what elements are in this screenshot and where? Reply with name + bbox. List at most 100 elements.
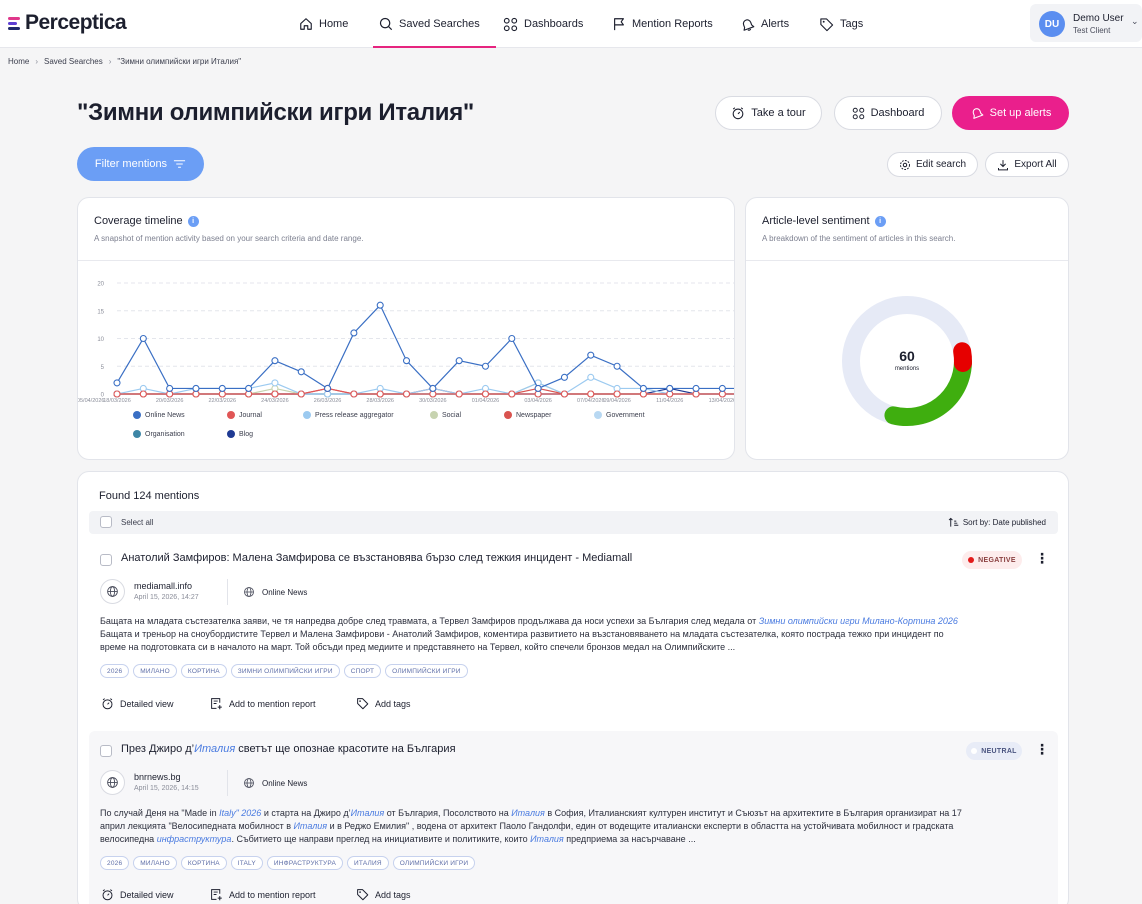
select-all-checkbox[interactable] bbox=[100, 516, 112, 528]
legend-item[interactable]: Press release aggregator bbox=[303, 411, 394, 419]
legend-dot-icon bbox=[504, 411, 512, 419]
mentions-card: Found 124 mentions Select all Sort by: D… bbox=[77, 471, 1069, 904]
tag-chip[interactable]: 2026 bbox=[100, 664, 130, 678]
snippet-text: в София, Италианският културен институт … bbox=[544, 808, 962, 818]
mention-checkbox[interactable] bbox=[100, 554, 112, 566]
nav-home[interactable]: Home bbox=[299, 0, 348, 48]
snippet-line: април лекцията "Велосипедната мобилност … bbox=[100, 820, 1050, 833]
coverage-timeline-card: Coverage timeline i A snapshot of mentio… bbox=[77, 197, 735, 460]
breadcrumb-home[interactable]: Home bbox=[8, 57, 29, 66]
mention-title[interactable]: Анатолий Замфиров: Малена Замфирова се в… bbox=[121, 552, 632, 564]
more-options-icon[interactable]: ⋮ bbox=[1035, 551, 1049, 565]
page-title: "Зимни олимпийски игри Италия" bbox=[77, 99, 475, 126]
legend-item[interactable]: Online News bbox=[133, 411, 185, 419]
tag-chip[interactable]: ЗИМНИ ОЛИМПИЙСКИ ИГРИ bbox=[230, 664, 340, 678]
data-point bbox=[139, 334, 147, 343]
snippet-line: велосипедна инфраструктура. Събитието ще… bbox=[100, 833, 1050, 846]
nav-saved-searches[interactable]: Saved Searches bbox=[373, 0, 496, 48]
legend-item[interactable]: Organisation bbox=[133, 430, 185, 438]
tag-chip[interactable]: 2026 bbox=[100, 856, 130, 870]
x-tick-label: 07/04/2026 bbox=[577, 398, 605, 404]
legend-dot-icon bbox=[227, 411, 235, 419]
mention-title[interactable]: През Джиро д’Италия светът ще опознае кр… bbox=[121, 743, 456, 755]
data-point bbox=[508, 334, 516, 343]
legend-item[interactable]: Blog bbox=[227, 430, 253, 438]
tag-chip[interactable]: ОЛИМПИЙСКИ ИГРИ bbox=[385, 664, 468, 678]
nav-tags-label: Tags bbox=[840, 18, 864, 30]
legend-dot-icon bbox=[133, 430, 141, 438]
detail-icon bbox=[102, 889, 113, 901]
filter-mentions-label: Filter mentions bbox=[94, 158, 168, 170]
tag-chip[interactable]: ИТАЛИЯ bbox=[347, 856, 389, 870]
coverage-timeline-chart: 0510152018/03/2026 20/03/2026 22/03/2026 24… bbox=[78, 282, 734, 404]
source-globe-icon bbox=[100, 579, 125, 604]
add-to-report-button[interactable]: Add to mention report bbox=[210, 888, 316, 901]
edit-search-button[interactable]: Edit search bbox=[887, 152, 978, 177]
legend-item[interactable]: Social bbox=[430, 411, 461, 419]
data-point bbox=[639, 384, 647, 392]
tag-chip[interactable]: ITALY bbox=[230, 856, 263, 870]
data-point bbox=[666, 384, 674, 392]
export-all-button[interactable]: Export All bbox=[985, 152, 1069, 177]
breadcrumb-separator-icon: › bbox=[35, 57, 39, 66]
nav-alerts[interactable]: Alerts bbox=[740, 0, 789, 48]
legend-item[interactable]: Government bbox=[594, 411, 645, 419]
tag-chip[interactable]: КОРТИНА bbox=[180, 856, 227, 870]
add-tags-button[interactable]: Add tags bbox=[356, 697, 411, 710]
nav-mention-reports[interactable]: Mention Reports bbox=[612, 0, 713, 48]
nav-tags[interactable]: Tags bbox=[819, 0, 863, 48]
more-options-icon[interactable]: ⋮ bbox=[1035, 742, 1049, 756]
sentiment-badge-label: NEGATIVE bbox=[978, 556, 1016, 564]
take-tour-button[interactable]: Take a tour bbox=[715, 96, 822, 130]
set-up-alerts-button[interactable]: Set up alerts bbox=[952, 96, 1069, 130]
user-menu[interactable]: DU Demo User Test Client ⌄ bbox=[1030, 4, 1142, 42]
tag-chip[interactable]: ИНФРАСТРУКТУРА bbox=[266, 856, 343, 870]
data-point bbox=[271, 357, 279, 365]
download-icon bbox=[998, 159, 1009, 170]
media-type: Online News bbox=[243, 777, 307, 789]
nav-alerts-label: Alerts bbox=[761, 18, 790, 30]
dashboard-button[interactable]: Dashboard bbox=[834, 96, 942, 130]
user-name: Demo User bbox=[1073, 13, 1124, 24]
nav-dashboards[interactable]: Dashboards bbox=[503, 0, 583, 48]
data-point bbox=[271, 379, 279, 387]
add-tags-button[interactable]: Add tags bbox=[356, 888, 411, 901]
filter-mentions-button[interactable]: Filter mentions bbox=[77, 147, 204, 181]
media-type-label: Online News bbox=[262, 587, 308, 597]
globe-icon bbox=[244, 587, 254, 597]
user-role: Test Client bbox=[1073, 26, 1111, 35]
sentiment-badge: NEGATIVE bbox=[962, 551, 1022, 569]
snippet-text: и старта на Джиро д’ bbox=[261, 808, 351, 818]
dashboards-icon bbox=[852, 107, 864, 119]
tag-chip[interactable]: ОЛИМПИЙСКИ ИГРИ bbox=[392, 856, 476, 870]
add-to-report-button[interactable]: Add to mention report bbox=[210, 697, 316, 710]
source-name[interactable]: bnrnews.bg bbox=[134, 772, 181, 782]
legend-item[interactable]: Journal bbox=[227, 411, 262, 419]
perceptica-logo[interactable]: Perceptica bbox=[8, 9, 127, 37]
search-icon bbox=[379, 17, 393, 31]
chevron-down-icon: ⌄ bbox=[1131, 16, 1139, 26]
tag-chip[interactable]: МИЛАНО bbox=[133, 856, 177, 870]
select-bar: Select all Sort by: Date published bbox=[89, 511, 1058, 534]
mention-checkbox[interactable] bbox=[100, 745, 112, 757]
data-point bbox=[402, 357, 411, 365]
x-tick-label: 03/04/2026 bbox=[524, 398, 552, 404]
tag-chip[interactable]: СПОРТ bbox=[343, 664, 382, 678]
breadcrumb-saved-searches[interactable]: Saved Searches bbox=[44, 57, 103, 66]
data-point bbox=[560, 390, 568, 398]
mention-tags: 2026 МИЛАНО КОРТИНА ЗИМНИ ОЛИМПИЙСКИ ИГР… bbox=[100, 664, 472, 678]
legend-dot-icon bbox=[133, 411, 141, 419]
data-point bbox=[587, 390, 595, 398]
snippet-text: велосипедна bbox=[100, 834, 157, 844]
detailed-view-button[interactable]: Detailed view bbox=[101, 697, 174, 710]
tag-chip[interactable]: МИЛАНО bbox=[133, 664, 177, 678]
legend-item[interactable]: Newspaper bbox=[504, 411, 551, 419]
x-tick-label: 28/03/2026 bbox=[366, 398, 394, 404]
sort-button[interactable]: Sort by: Date published bbox=[948, 517, 1046, 528]
y-tick-label: 5 bbox=[101, 365, 105, 371]
sort-label: Sort by: Date published bbox=[962, 518, 1046, 527]
source-name[interactable]: mediamall.info bbox=[134, 581, 192, 591]
data-point bbox=[560, 373, 568, 381]
detailed-view-button[interactable]: Detailed view bbox=[101, 888, 174, 901]
tag-chip[interactable]: КОРТИНА bbox=[180, 664, 227, 678]
